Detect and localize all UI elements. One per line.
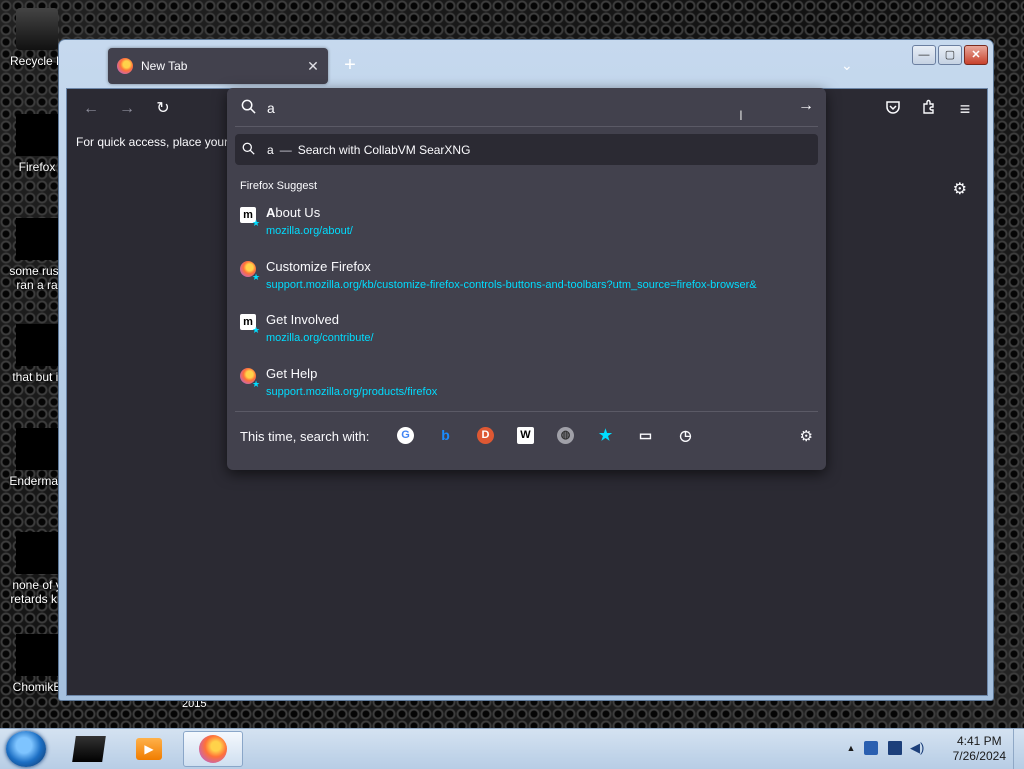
pocket-icon-svg [886, 101, 900, 114]
recycle-bin-icon [16, 8, 58, 50]
wikipedia-icon[interactable]: W [517, 427, 534, 444]
extensions-icon-svg [923, 99, 934, 114]
system-tray: ▲ ◀) 4:41 PM 7/26/2024 [834, 729, 1024, 769]
list-all-tabs-button[interactable]: ⌄ [841, 57, 853, 74]
searxng-icon[interactable]: ◍ [557, 427, 574, 444]
clock-time: 4:41 PM [956, 734, 1002, 748]
firefox-icon [199, 735, 227, 763]
suggestion-title-match: A [266, 205, 276, 220]
suggestion-customize-firefox[interactable]: ★ Customize Firefox support.mozilla.org/… [235, 254, 818, 300]
start-button[interactable] [6, 731, 46, 767]
suggestion-url: mozilla.org/contribute/ [266, 332, 374, 344]
close-tab-icon[interactable]: ✕ [302, 58, 324, 75]
forward-button[interactable]: → [117, 99, 137, 119]
close-window-button[interactable]: ✕ [964, 45, 988, 65]
search-query: a [267, 142, 274, 157]
firefox-shortcut-icon [16, 114, 58, 156]
file-icon [16, 428, 58, 470]
action-center-icon[interactable] [864, 741, 878, 755]
bing-icon[interactable]: b [437, 427, 454, 444]
suggestion-title: Customize Firefox [266, 259, 371, 274]
star-icon: ★ [252, 218, 261, 228]
file-icon [16, 324, 58, 366]
urlbar-popup: I → a — Search with CollabVM SearXNG Fir… [227, 88, 826, 470]
suggestion-url: support.mozilla.org/products/firefox [266, 386, 438, 398]
suggestion-get-help[interactable]: ★ Get Help support.mozilla.org/products/… [235, 361, 818, 407]
suggestion-url: mozilla.org/about/ [266, 225, 353, 237]
text-cursor-icon: I [739, 107, 743, 123]
search-icon [241, 99, 256, 117]
new-tab-button[interactable]: + [339, 54, 361, 76]
file-icon [16, 218, 58, 260]
search-settings-gear-icon[interactable]: ⚙ [800, 427, 813, 445]
taskbar: ▶ ▲ ◀) 4:41 PM 7/26/2024 [0, 728, 1024, 769]
suggestion-title-rest: bout Us [275, 205, 321, 220]
urlbar: I → [227, 88, 826, 126]
pocket-icon[interactable] [883, 99, 903, 119]
back-button[interactable]: ← [81, 99, 101, 119]
taskbar-firefox[interactable] [183, 731, 243, 767]
go-arrow-button[interactable]: → [798, 97, 814, 115]
menu-icon[interactable]: ≡ [955, 99, 975, 119]
suggestion-get-involved[interactable]: m ★ Get Involved mozilla.org/contribute/ [235, 307, 818, 353]
file-icon [16, 634, 58, 676]
tab-title: New Tab [141, 59, 188, 73]
search-icon [242, 142, 256, 158]
extensions-icon[interactable] [919, 99, 939, 119]
divider [235, 411, 818, 412]
search-engine-label: Search with CollabVM SearXNG [297, 142, 471, 157]
history-icon[interactable]: ◷ [677, 427, 694, 444]
window-controls: — ▢ ✕ [912, 45, 988, 65]
network-icon[interactable] [888, 741, 902, 755]
taskbar-app-1[interactable] [62, 731, 116, 767]
suggestion-title: Get Involved [266, 312, 339, 327]
show-desktop-button[interactable] [1013, 729, 1024, 769]
tabs-icon[interactable]: ▭ [637, 427, 654, 444]
show-hidden-icons-arrow[interactable]: ▲ [844, 741, 858, 755]
search-dash: — [279, 142, 292, 157]
firefox-icon [117, 58, 133, 74]
clock-date: 7/26/2024 [952, 749, 1006, 763]
clock[interactable]: 4:41 PM 7/26/2024 [953, 734, 1006, 764]
tab-strip: New Tab ✕ + ⌄ — ▢ ✕ [59, 40, 993, 88]
app-icon [72, 736, 106, 762]
star-icon: ★ [252, 325, 261, 335]
suggestion-url: support.mozilla.org/kb/customize-firefox… [266, 279, 757, 291]
tab-new-tab[interactable]: New Tab ✕ [108, 48, 328, 84]
google-icon[interactable]: G [397, 427, 414, 444]
file-icon [16, 532, 58, 574]
volume-icon[interactable]: ◀) [910, 741, 924, 755]
suggestion-title: About Us [266, 205, 320, 220]
duckduckgo-icon[interactable]: D [477, 427, 494, 444]
newtab-settings-gear-icon[interactable]: ⚙ [953, 179, 967, 199]
suggestion-title: Get Help [266, 366, 318, 381]
search-suggestion-row[interactable]: a — Search with CollabVM SearXNG [235, 134, 818, 165]
firefox-suggest-heading: Firefox Suggest [240, 180, 318, 192]
star-icon: ★ [252, 272, 261, 282]
taskbar-media-player[interactable]: ▶ [122, 731, 176, 767]
suggestion-about-us[interactable]: m ★ About Us mozilla.org/about/ [235, 200, 818, 246]
minimize-button[interactable]: — [912, 45, 936, 65]
divider [235, 126, 818, 127]
search-shortcuts-row: This time, search with: G b D W ◍ ★ ▭ ◷ … [227, 420, 826, 452]
urlbar-input[interactable] [265, 96, 749, 120]
bookmarks-toolbar-hint: For quick access, place your b [76, 135, 239, 149]
reload-button[interactable]: ↻ [153, 99, 173, 119]
maximize-button[interactable]: ▢ [938, 45, 962, 65]
bookmarks-icon[interactable]: ★ [597, 427, 614, 444]
star-icon: ★ [252, 379, 261, 389]
search-shortcuts-label: This time, search with: [240, 429, 370, 444]
media-player-icon: ▶ [136, 738, 162, 760]
